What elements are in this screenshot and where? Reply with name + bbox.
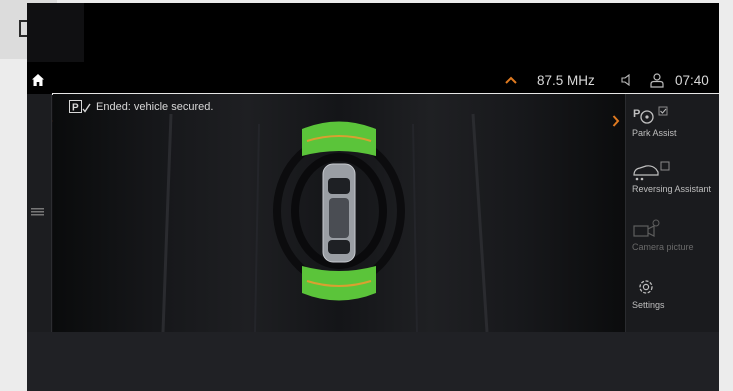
radio-frequency[interactable]: 87.5 MHz bbox=[537, 73, 595, 88]
status-message-text: Ended: vehicle secured. bbox=[96, 101, 214, 113]
options-lines-icon[interactable] bbox=[31, 208, 44, 216]
parking-status-message: P Ended: vehicle secured. bbox=[69, 100, 213, 114]
chevron-up-icon[interactable] bbox=[504, 75, 518, 85]
user-profile-icon[interactable] bbox=[649, 72, 665, 88]
speaker-icon[interactable] bbox=[620, 73, 634, 87]
menu-label-settings: Settings bbox=[632, 300, 665, 310]
arrow-right-icon[interactable] bbox=[612, 115, 620, 127]
car-top-view bbox=[322, 163, 356, 263]
svg-text:P: P bbox=[72, 103, 79, 114]
menu-item-reversing-assistant[interactable]: Reversing Assistant bbox=[626, 158, 719, 213]
menu-item-park-assist[interactable]: P Park Assist bbox=[626, 102, 719, 157]
parking-camera-view: P Ended: vehicle secured. bbox=[53, 94, 625, 332]
left-context-strip[interactable] bbox=[27, 94, 52, 332]
reversing-assistant-icon bbox=[633, 161, 670, 181]
parking-side-menu: P Park Assist Reversing Assistant Camera… bbox=[625, 94, 719, 332]
bottom-bar bbox=[27, 332, 719, 391]
svg-text:P: P bbox=[633, 108, 640, 120]
parking-check-icon: P bbox=[69, 100, 91, 114]
top-black-strip bbox=[84, 3, 719, 62]
home-icon[interactable] bbox=[31, 73, 45, 87]
menu-label-camera-picture: Camera picture bbox=[632, 242, 694, 252]
camera-picture-icon bbox=[633, 219, 660, 237]
menu-label-reversing-assistant: Reversing Assistant bbox=[632, 184, 712, 194]
menu-item-camera-picture[interactable]: Camera picture bbox=[626, 216, 719, 271]
park-assist-icon: P bbox=[633, 106, 668, 124]
status-bar: 87.5 MHz 07:40 bbox=[27, 62, 719, 95]
idrive-display: 87.5 MHz 07:40 P Ended: vehicle secured.… bbox=[27, 3, 719, 391]
menu-label-park-assist: Park Assist bbox=[632, 128, 677, 138]
settings-gear-icon bbox=[639, 280, 653, 294]
proximity-display bbox=[161, 113, 489, 332]
clock: 07:40 bbox=[675, 73, 709, 88]
menu-item-settings[interactable]: Settings bbox=[626, 274, 719, 329]
